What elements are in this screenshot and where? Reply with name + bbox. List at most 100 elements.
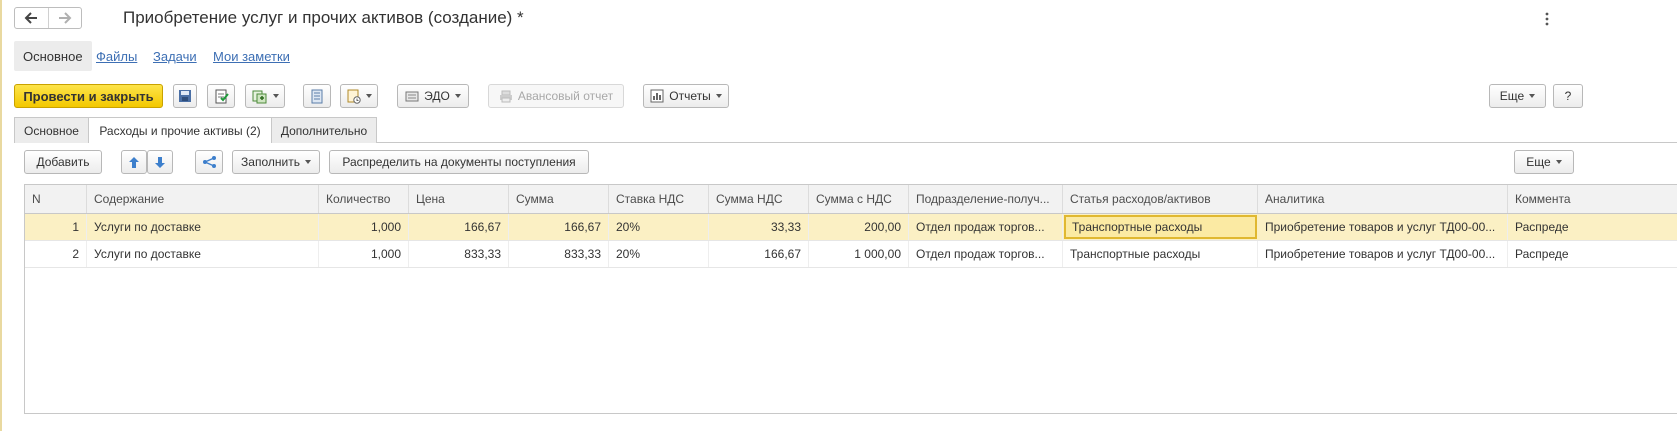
help-label: ? [1564,89,1572,103]
table-row[interactable]: 1 Услуги по доставке 1,000 166,67 166,67… [25,214,1677,241]
back-button[interactable] [15,8,48,28]
create-based-on-icon [252,90,266,103]
more-label: Еще [1499,89,1525,103]
table-header: N Содержание Количество Цена Сумма Ставк… [25,185,1677,214]
cell-expense-item[interactable]: Транспортные расходы [1063,241,1258,267]
reports-label: Отчеты [669,89,711,103]
move-up-button[interactable] [121,150,147,174]
create-based-on-button[interactable] [245,84,285,108]
document-structure-icon [311,89,323,103]
arrow-up-icon [129,156,139,168]
column-header-vat-rate[interactable]: Ставка НДС [609,185,709,213]
save-button[interactable] [173,84,197,108]
cell-n[interactable]: 2 [25,241,87,267]
arrow-left-icon [24,12,38,24]
add-row-label: Добавить [36,155,90,169]
print-menu-button[interactable] [340,84,378,108]
cell-department[interactable]: Отдел продаж торгов... [909,241,1063,267]
column-header-quantity[interactable]: Количество [319,185,409,213]
section-link-files[interactable]: Файлы [96,41,137,71]
advance-report-label: Авансовый отчет [517,89,614,103]
forward-button[interactable] [47,8,82,28]
post-and-close-label: Провести и закрыть [23,88,154,104]
cell-expense-item[interactable]: Транспортные расходы [1064,215,1257,239]
column-header-comment[interactable]: Коммента [1508,185,1677,213]
cell-amount-with-vat[interactable]: 200,00 [809,214,909,240]
column-header-vat-amount[interactable]: Сумма НДС [709,185,809,213]
chevron-down-icon [272,94,279,98]
advance-report-button[interactable]: Авансовый отчет [488,84,624,108]
post-and-close-button[interactable]: Провести и закрыть [14,84,163,108]
cell-amount[interactable]: 833,33 [509,241,609,267]
structure-button[interactable] [303,84,331,108]
more-menu-icon[interactable] [1541,10,1553,28]
column-header-content[interactable]: Содержание [87,185,319,213]
nav-buttons [14,7,82,29]
help-button[interactable]: ? [1553,84,1583,108]
cell-vat-rate[interactable]: 20% [609,241,709,267]
more-button[interactable]: Еще [1489,84,1546,108]
distribute-icon-button[interactable] [195,150,223,174]
tab-main[interactable]: Основное [14,117,89,143]
cell-quantity[interactable]: 1,000 [319,214,409,240]
printer-icon [499,90,512,102]
column-header-price[interactable]: Цена [409,185,509,213]
chevron-down-icon [366,94,372,98]
cell-price[interactable]: 166,67 [409,214,509,240]
section-link-tasks[interactable]: Задачи [153,41,197,71]
edo-icon [405,91,419,102]
column-header-amount-with-vat[interactable]: Сумма с НДС [809,185,909,213]
section-link-notes[interactable]: Мои заметки [213,41,290,71]
cell-department[interactable]: Отдел продаж торгов... [909,214,1063,240]
table-row[interactable]: 2 Услуги по доставке 1,000 833,33 833,33… [25,241,1677,268]
column-header-n[interactable]: N [25,185,87,213]
document-print-icon [347,89,361,104]
distribute-to-receipts-label: Распределить на документы поступления [342,155,576,169]
fill-button[interactable]: Заполнить [232,150,320,174]
fill-label: Заполнить [241,155,300,169]
distribute-icon [202,156,216,168]
table-more-button[interactable]: Еще [1514,150,1574,174]
reports-button[interactable]: Отчеты [643,84,729,108]
table-more-label: Еще [1526,155,1551,169]
chevron-down-icon [454,94,461,98]
chevron-down-icon [1529,94,1536,98]
cell-analytics[interactable]: Приобретение товаров и услуг ТД00-00... [1258,214,1508,240]
cell-vat-rate[interactable]: 20% [609,214,709,240]
cell-amount-with-vat[interactable]: 1 000,00 [809,241,909,267]
cell-vat-amount[interactable]: 166,67 [709,241,809,267]
tab-additional[interactable]: Дополнительно [271,117,377,143]
page-title: Приобретение услуг и прочих активов (соз… [123,8,524,27]
cell-n[interactable]: 1 [25,214,87,240]
edo-label: ЭДО [424,89,450,103]
cell-analytics[interactable]: Приобретение товаров и услуг ТД00-00... [1258,241,1508,267]
distribute-to-receipts-button[interactable]: Распределить на документы поступления [329,150,589,174]
column-header-department[interactable]: Подразделение-получ... [909,185,1063,213]
cell-vat-amount[interactable]: 33,33 [709,214,809,240]
chevron-down-icon [715,94,722,98]
cell-comment[interactable]: Распреде [1508,214,1677,240]
chevron-down-icon [304,160,311,164]
add-row-button[interactable]: Добавить [24,150,102,174]
chevron-down-icon [1555,160,1562,164]
tab-expenses[interactable]: Расходы и прочие активы (2) [88,117,272,143]
post-document-icon [215,89,229,103]
cell-content[interactable]: Услуги по доставке [87,241,319,267]
cell-amount[interactable]: 166,67 [509,214,609,240]
post-button[interactable] [207,84,235,108]
cell-quantity[interactable]: 1,000 [319,241,409,267]
column-header-amount[interactable]: Сумма [509,185,609,213]
arrow-right-icon [58,12,72,24]
column-header-analytics[interactable]: Аналитика [1258,185,1508,213]
arrow-down-icon [155,156,165,168]
cell-comment[interactable]: Распреде [1508,241,1677,267]
reports-icon [650,89,664,103]
column-header-expense-item[interactable]: Статья расходов/активов [1063,185,1258,213]
section-main[interactable]: Основное [14,41,92,71]
cell-price[interactable]: 833,33 [409,241,509,267]
move-down-button[interactable] [147,150,173,174]
edo-button[interactable]: ЭДО [397,84,469,108]
expenses-table: N Содержание Количество Цена Сумма Ставк… [24,184,1677,414]
save-icon [179,90,191,102]
cell-content[interactable]: Услуги по доставке [87,214,319,240]
